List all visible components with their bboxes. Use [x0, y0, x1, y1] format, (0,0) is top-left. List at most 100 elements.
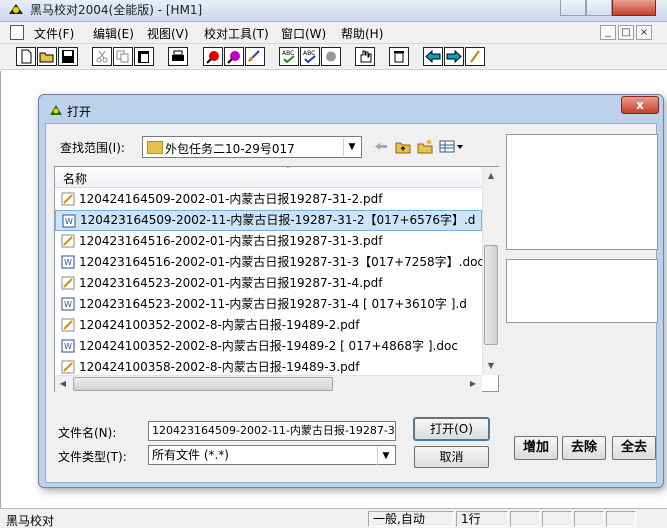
back-button[interactable]	[423, 47, 443, 66]
vertical-scrollbar[interactable]: ▲ ▼	[482, 167, 499, 375]
horizontal-scrollbar[interactable]: ◀ ▶	[55, 375, 482, 392]
red-ball-icon	[206, 51, 219, 64]
delete-button[interactable]	[389, 47, 409, 66]
file-list-item[interactable]: 120423164523-2002-01-内蒙古日报19287-31-4.pdf	[55, 273, 482, 294]
back-arrow-icon[interactable]	[372, 138, 390, 155]
sort-up-icon: ⌃	[285, 165, 292, 174]
file-name: 120424100358-2002-8-内蒙古日报-19489-3.pdf	[79, 360, 360, 374]
file-list-item[interactable]: 120423164516-2002-01-内蒙古日报19287-31-3.pdf	[55, 231, 482, 252]
cut-button[interactable]	[92, 47, 112, 66]
svg-text:W: W	[65, 217, 73, 226]
file-name: 120423164516-2002-01-内蒙古日报19287-31-3【017…	[79, 255, 482, 269]
forward-button[interactable]	[444, 47, 464, 66]
app-logo-icon	[9, 4, 23, 14]
add-button[interactable]: 增加	[514, 436, 558, 460]
copy-button[interactable]	[113, 47, 133, 66]
new-folder-icon[interactable]	[416, 138, 434, 155]
lookin-label: 查找范围(I):	[60, 141, 125, 155]
new-file-button[interactable]	[16, 47, 36, 66]
dialog-client: 查找范围(I): 外包任务二10-29号017 ▼ 名称 ⌃ 120424164…	[45, 123, 658, 483]
status-cell	[606, 511, 636, 527]
save-button[interactable]	[58, 47, 78, 66]
trash-icon	[394, 51, 404, 63]
menu-proof-tools[interactable]: 校对工具(T)	[204, 25, 269, 42]
status-cell	[574, 511, 604, 527]
minimize-button[interactable]	[560, 0, 586, 16]
file-name: 120424100352-2002-8-内蒙古日报-19489-2 [ 017+…	[79, 339, 458, 353]
remove-button[interactable]: 去除	[562, 436, 606, 460]
pencil-button[interactable]	[465, 47, 485, 66]
menu-edit[interactable]: 编辑(E)	[93, 25, 134, 42]
pdf-file-icon	[61, 192, 75, 206]
pdf-file-icon	[61, 234, 75, 248]
chevron-down-icon[interactable]: ▼	[343, 138, 360, 156]
file-list-item[interactable]: 120424100352-2002-8-内蒙古日报-19489-2.pdf	[55, 315, 482, 336]
remove-all-button[interactable]: 全去	[612, 436, 656, 460]
svg-text:W: W	[64, 258, 72, 267]
folder-icon	[147, 141, 163, 154]
file-list-item[interactable]: W 120423164509-2002-11-内蒙古日报-19287-31-2【0…	[55, 210, 482, 231]
new-file-icon	[21, 49, 32, 64]
maximize-button[interactable]	[586, 0, 612, 16]
chevron-down-icon[interactable]: ▼	[377, 447, 394, 465]
menu-help[interactable]: 帮助(H)	[341, 25, 383, 42]
printer-icon	[172, 50, 184, 61]
spellcheck-all-button[interactable]: ABC	[300, 47, 320, 66]
open-folder-icon	[39, 52, 54, 63]
open-file-button[interactable]	[37, 47, 57, 66]
print-button[interactable]	[168, 47, 188, 66]
svg-text:W: W	[64, 342, 72, 351]
clipboard-icon	[138, 51, 149, 63]
scroll-right-icon[interactable]: ▶	[465, 379, 481, 388]
abc-check-alt-icon: ABC	[303, 50, 316, 64]
filetype-combo[interactable]: 所有文件 (*.*) ▼	[148, 445, 396, 465]
file-list-item[interactable]: 120424164509-2002-01-内蒙古日报19287-31-2.pdf	[55, 189, 482, 210]
menu-window[interactable]: 窗口(W)	[281, 25, 326, 42]
proof-mark-button[interactable]	[224, 47, 244, 66]
app-close-button[interactable]	[612, 0, 656, 16]
view-menu-icon[interactable]	[438, 138, 464, 155]
dialog-close-button[interactable]: x	[621, 96, 659, 114]
up-folder-icon[interactable]	[394, 138, 412, 155]
stop-button[interactable]	[321, 47, 341, 66]
filetype-label: 文件类型(T):	[58, 450, 127, 464]
column-name-header[interactable]: 名称	[63, 170, 87, 187]
brush-button[interactable]	[245, 47, 265, 66]
hand-button[interactable]	[355, 47, 375, 66]
app-titlebar: 黑马校对2004(全能版) - [HM1]	[0, 0, 667, 22]
document-icon[interactable]	[10, 25, 24, 40]
vertical-scroll-thumb[interactable]	[484, 245, 498, 345]
mdi-restore-button[interactable]: □	[618, 25, 634, 40]
filename-input[interactable]: 120423164509-2002-11-内蒙古日报-19287-3	[148, 421, 396, 441]
word-doc-icon: W	[61, 297, 75, 311]
mdi-close-button[interactable]: ×	[636, 25, 652, 40]
file-name: 120424164509-2002-01-内蒙古日报19287-31-2.pdf	[79, 192, 383, 206]
status-line: 1行	[456, 511, 508, 527]
word-doc-icon: W	[61, 339, 75, 353]
lookin-value: 外包任务二10-29号017	[165, 142, 295, 156]
svg-text:ABC: ABC	[282, 50, 294, 57]
status-bar: 黑马校对 一般,自动 1行	[0, 508, 667, 528]
proof-start-button[interactable]	[203, 47, 223, 66]
paste-button[interactable]	[134, 47, 154, 66]
word-doc-icon: W	[61, 255, 75, 269]
lookin-combo[interactable]: 外包任务二10-29号017 ▼	[142, 136, 362, 158]
menu-file[interactable]: 文件(F)	[34, 25, 74, 42]
horizontal-scroll-thumb[interactable]	[73, 377, 333, 391]
file-list-item[interactable]: W 120424100352-2002-8-内蒙古日报-19489-2 [ 017…	[55, 336, 482, 357]
scroll-up-icon[interactable]: ▲	[483, 171, 499, 180]
cancel-button[interactable]: 取消	[414, 446, 489, 468]
scissors-icon	[96, 50, 108, 63]
open-button[interactable]: 打开(O)	[413, 417, 490, 441]
scroll-down-icon[interactable]: ▼	[483, 361, 499, 370]
file-name: 120424100352-2002-8-内蒙古日报-19489-2.pdf	[79, 318, 360, 332]
file-list-item[interactable]: W 120423164523-2002-11-内蒙古日报19287-31-4 [ …	[55, 294, 482, 315]
list-header[interactable]: 名称 ⌃	[55, 165, 482, 188]
spellcheck-button[interactable]: ABC	[279, 47, 299, 66]
arrow-right-icon	[446, 49, 462, 64]
scroll-left-icon[interactable]: ◀	[55, 379, 71, 388]
file-list-item[interactable]: W 120423164516-2002-01-内蒙古日报19287-31-3【01…	[55, 252, 482, 273]
mdi-minimize-button[interactable]: _	[600, 25, 616, 40]
file-list[interactable]: 名称 ⌃ 120424164509-2002-01-内蒙古日报19287-31-…	[54, 165, 499, 392]
menu-view[interactable]: 视图(V)	[147, 25, 189, 42]
